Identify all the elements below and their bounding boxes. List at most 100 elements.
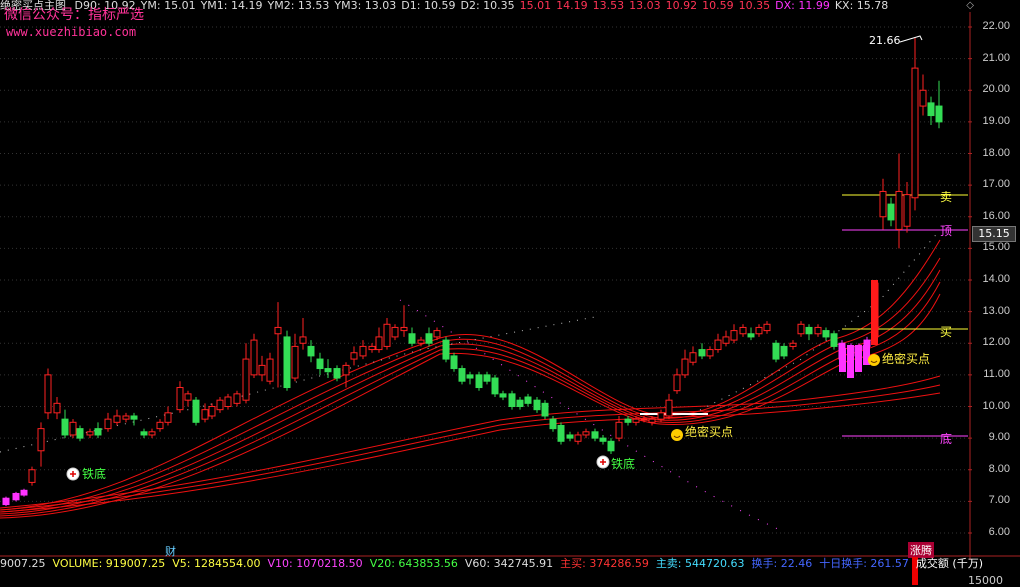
header-value: YM1: 14.19	[200, 0, 263, 12]
candle-body	[425, 333, 433, 344]
grid-lines	[0, 26, 972, 534]
candle-body	[291, 345, 299, 379]
header-value: DX: 11.99	[775, 0, 830, 12]
candle-body	[417, 339, 425, 344]
footer-value: V10: 1070218.50	[267, 557, 363, 570]
candle-body	[689, 352, 697, 363]
header-value: 13.53	[592, 0, 625, 12]
smiley-icon	[868, 354, 880, 366]
watermark-wechat: 微信公众号：指标严选	[4, 7, 144, 23]
candle-body	[76, 428, 84, 439]
candle-body	[640, 418, 648, 421]
candle-body	[37, 428, 45, 452]
candle-body	[475, 374, 483, 389]
candle-body	[283, 336, 291, 389]
tiedi-label-1: 铁底	[82, 467, 107, 481]
dotted-trend-white-2	[699, 229, 941, 411]
candle-body	[164, 412, 172, 423]
candle-body	[483, 374, 491, 382]
candle-body	[911, 67, 919, 199]
candle-body	[375, 336, 383, 351]
header-value: 15.01	[519, 0, 552, 12]
candle-body	[258, 364, 266, 376]
y-tick-label: 14.00	[982, 273, 1010, 285]
header-value: D2: 10.35	[460, 0, 515, 12]
header-value: YM3: 13.03	[334, 0, 397, 12]
footer-value: 成交额 (千万)	[915, 557, 983, 570]
candle-body	[359, 345, 367, 357]
y-tick-label: 18.00	[982, 146, 1010, 159]
candle-body	[591, 431, 599, 439]
header-value: 10.35	[738, 0, 771, 12]
candle-body	[927, 102, 935, 117]
candle-body	[557, 424, 565, 442]
candle-body	[20, 489, 28, 496]
candle-body	[299, 336, 307, 344]
header-value: 10.59	[702, 0, 734, 12]
volume-indicator-row: 9007.25 VOLUME: 919007.25 V5: 1284554.00 V1…	[0, 557, 990, 571]
candle-body	[599, 437, 607, 442]
candle-body	[113, 415, 121, 423]
diamond-icon[interactable]: ◇	[966, 0, 974, 11]
tiedi-label-2: 铁底	[611, 457, 636, 471]
candle-body	[763, 323, 771, 332]
header-value: YM2: 13.53	[267, 0, 330, 12]
candle-body	[830, 333, 838, 347]
candle-body	[524, 396, 532, 404]
candle-body	[499, 393, 507, 398]
candle-body	[722, 336, 730, 344]
header-value: 10.92	[665, 0, 698, 12]
candle-body	[632, 418, 640, 423]
candle-body	[491, 377, 499, 395]
candle-body	[780, 345, 788, 357]
top-label: 顶	[940, 224, 953, 238]
current-price-badge: 15.15	[972, 226, 1016, 242]
candle-body	[307, 345, 315, 357]
header-value: 14.19	[556, 0, 588, 12]
signal-bar	[847, 345, 854, 378]
y-tick-label: 7.00	[988, 494, 1010, 507]
candle-body	[242, 358, 250, 401]
candle-body	[400, 326, 408, 332]
y-tick-label: 6.00	[988, 526, 1010, 538]
candle-body	[698, 349, 706, 357]
candle-body	[216, 399, 224, 411]
candle-body	[935, 105, 943, 123]
buypoint-label-2: 绝密买点	[882, 352, 931, 366]
header-value: D1: 10.59	[401, 0, 456, 12]
y-tick-label: 9.00	[988, 431, 1010, 444]
candle-body	[739, 326, 747, 335]
buy-label: 买	[940, 325, 953, 339]
bottom-label: 底	[940, 432, 953, 446]
candle-body	[208, 406, 216, 417]
candle-body	[797, 323, 805, 335]
buypoint-label-1: 绝密买点	[685, 425, 734, 439]
volume-axis-tick: 15000	[968, 574, 1003, 587]
candle-body	[450, 355, 458, 370]
candle-body	[156, 421, 164, 430]
footer-value: 主卖: 544720.63	[655, 557, 745, 570]
event-marker[interactable]: 涨腾	[908, 542, 934, 558]
y-tick-label: 11.00	[983, 367, 1010, 380]
peak-label: 21.66	[869, 34, 901, 47]
footer-value: 十日换手: 261.57	[819, 557, 909, 570]
y-tick-label: 20.00	[982, 83, 1010, 96]
signal-bar	[839, 348, 846, 372]
candle-body	[607, 440, 615, 452]
candle-body	[730, 330, 738, 341]
candle-body	[516, 399, 524, 407]
candle-body	[458, 368, 466, 382]
candle-body	[266, 358, 274, 382]
y-tick-label: 8.00	[988, 462, 1010, 475]
candle-body	[233, 393, 241, 404]
footer-value: 9007.25	[0, 557, 46, 570]
candle-body	[533, 399, 541, 411]
price-chart[interactable]	[0, 0, 1020, 585]
candle-body	[61, 418, 69, 436]
header-value: YM: 15.01	[140, 0, 196, 12]
candle-body	[541, 402, 549, 417]
candle-body	[887, 203, 895, 221]
header-value: KX: 15.78	[834, 0, 889, 12]
candle-body	[184, 393, 192, 401]
ma-line	[0, 375, 941, 509]
